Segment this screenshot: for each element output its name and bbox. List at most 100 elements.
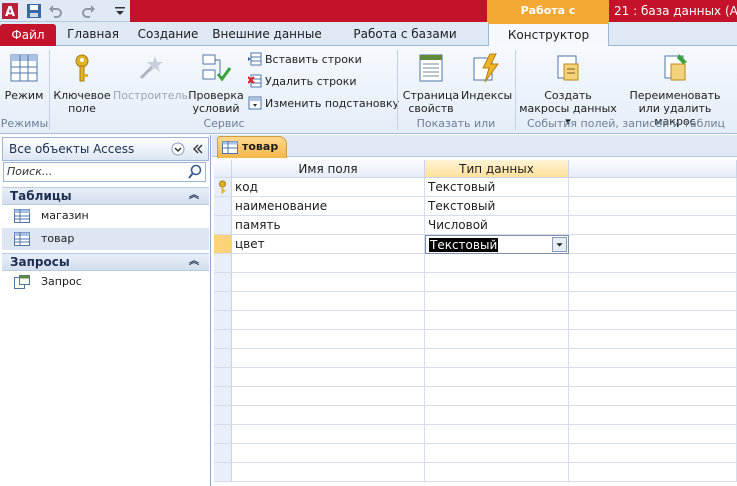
delete-rows-button[interactable]: Удалить строки <box>248 74 357 90</box>
row-selector[interactable] <box>214 330 232 349</box>
row-selector[interactable] <box>214 178 232 197</box>
field-name-cell[interactable]: код <box>232 178 425 197</box>
description-cell[interactable] <box>569 406 737 425</box>
customize-qat-icon[interactable] <box>112 3 128 19</box>
header-field-name[interactable]: Имя поля <box>232 160 425 178</box>
description-cell[interactable] <box>569 444 737 463</box>
field-name-cell[interactable] <box>232 406 425 425</box>
description-cell[interactable] <box>569 235 737 254</box>
data-type-cell[interactable] <box>425 311 569 330</box>
nav-item-table-selected[interactable]: товар <box>2 228 209 250</box>
description-cell[interactable] <box>569 292 737 311</box>
insert-rows-button[interactable]: Вставить строки <box>248 52 362 68</box>
field-name-cell[interactable] <box>232 311 425 330</box>
header-data-type[interactable]: Тип данных <box>425 160 569 178</box>
field-name-cell[interactable] <box>232 387 425 406</box>
row-selector[interactable] <box>214 463 232 482</box>
row-selector[interactable] <box>214 235 232 254</box>
redo-icon[interactable] <box>80 3 96 19</box>
tab-designer[interactable]: Конструктор <box>488 22 609 47</box>
data-type-cell[interactable] <box>425 425 569 444</box>
data-type-cell[interactable]: Числовой <box>425 216 569 235</box>
modify-lookups-button[interactable]: Изменить подстановку <box>248 96 399 112</box>
data-type-cell[interactable]: Текстовый <box>425 178 569 197</box>
tab-create[interactable]: Создание <box>132 22 204 46</box>
data-type-cell[interactable] <box>425 368 569 387</box>
field-name-cell[interactable] <box>232 292 425 311</box>
tab-database-tools[interactable]: Работа с базами данных <box>330 22 480 65</box>
description-cell[interactable] <box>569 311 737 330</box>
description-cell[interactable] <box>569 463 737 482</box>
row-selector[interactable] <box>214 216 232 235</box>
nav-pane-header[interactable]: Все объекты Access <box>2 137 209 161</box>
data-type-cell[interactable] <box>425 254 569 273</box>
search-icon[interactable] <box>186 163 205 181</box>
field-name-cell[interactable] <box>232 444 425 463</box>
tab-external-data[interactable]: Внешние данные <box>212 22 322 46</box>
field-name-cell[interactable] <box>232 349 425 368</box>
row-selector[interactable] <box>214 425 232 444</box>
row-selector[interactable] <box>214 311 232 330</box>
data-type-cell[interactable] <box>425 292 569 311</box>
row-selector[interactable] <box>214 273 232 292</box>
nav-search-input[interactable]: Поиск... <box>3 162 206 182</box>
description-cell[interactable] <box>569 368 737 387</box>
description-cell[interactable] <box>569 387 737 406</box>
description-cell[interactable] <box>569 178 737 197</box>
nav-group-queries[interactable]: Запросы ︽ <box>2 253 209 271</box>
primary-key-button[interactable]: Ключевое поле <box>53 52 111 115</box>
data-type-cell[interactable] <box>425 463 569 482</box>
test-validation-button[interactable]: Проверка условий <box>186 52 246 115</box>
nav-item-query[interactable]: Запрос <box>2 271 209 293</box>
chevron-down-icon[interactable] <box>552 237 567 252</box>
data-type-cell[interactable] <box>425 330 569 349</box>
access-app-icon[interactable]: A <box>2 3 18 19</box>
row-selector[interactable] <box>214 368 232 387</box>
field-name-cell[interactable]: наименование <box>232 197 425 216</box>
document-tab-tovar[interactable]: товар <box>217 136 287 158</box>
field-name-cell[interactable] <box>232 273 425 292</box>
row-selector[interactable] <box>214 197 232 216</box>
tab-file[interactable]: Файл <box>0 24 56 46</box>
data-type-cell[interactable] <box>425 387 569 406</box>
description-cell[interactable] <box>569 216 737 235</box>
undo-icon[interactable] <box>48 3 64 19</box>
description-cell[interactable] <box>569 330 737 349</box>
row-selector[interactable] <box>214 387 232 406</box>
row-selector[interactable] <box>214 444 232 463</box>
data-type-cell[interactable] <box>425 349 569 368</box>
row-selector[interactable] <box>214 406 232 425</box>
field-name-cell[interactable] <box>232 368 425 387</box>
nav-group-tables[interactable]: Таблицы ︽ <box>2 187 209 205</box>
description-cell[interactable] <box>569 254 737 273</box>
description-cell[interactable] <box>569 425 737 444</box>
field-name-cell[interactable] <box>232 254 425 273</box>
view-button[interactable]: Режим <box>2 52 46 102</box>
builder-button[interactable]: Построитель <box>113 52 188 102</box>
property-sheet-button[interactable]: Страница свойств <box>402 52 460 115</box>
row-selector[interactable] <box>214 254 232 273</box>
field-name-cell[interactable]: память <box>232 216 425 235</box>
collapse-group-icon[interactable]: ︽ <box>189 188 199 204</box>
data-type-cell[interactable] <box>425 444 569 463</box>
tab-home[interactable]: Главная <box>62 22 124 46</box>
description-cell[interactable] <box>569 197 737 216</box>
field-name-cell[interactable]: цвет <box>232 235 425 254</box>
description-cell[interactable] <box>569 273 737 292</box>
field-name-cell[interactable] <box>232 330 425 349</box>
data-type-cell[interactable]: Текстовый <box>425 197 569 216</box>
data-type-dropdown[interactable]: Текстовый <box>425 235 569 254</box>
field-name-cell[interactable] <box>232 425 425 444</box>
collapse-pane-icon[interactable] <box>192 143 204 155</box>
nav-item-table[interactable]: магазин <box>2 205 209 227</box>
data-type-cell[interactable] <box>425 273 569 292</box>
chevron-down-icon[interactable] <box>171 142 185 156</box>
row-selector[interactable] <box>214 349 232 368</box>
field-name-cell[interactable] <box>232 463 425 482</box>
collapse-group-icon[interactable]: ︽ <box>189 254 199 270</box>
row-selector[interactable] <box>214 292 232 311</box>
header-description[interactable] <box>569 160 737 178</box>
save-icon[interactable] <box>26 3 42 19</box>
data-type-cell[interactable] <box>425 406 569 425</box>
indexes-button[interactable]: Индексы <box>461 52 512 102</box>
